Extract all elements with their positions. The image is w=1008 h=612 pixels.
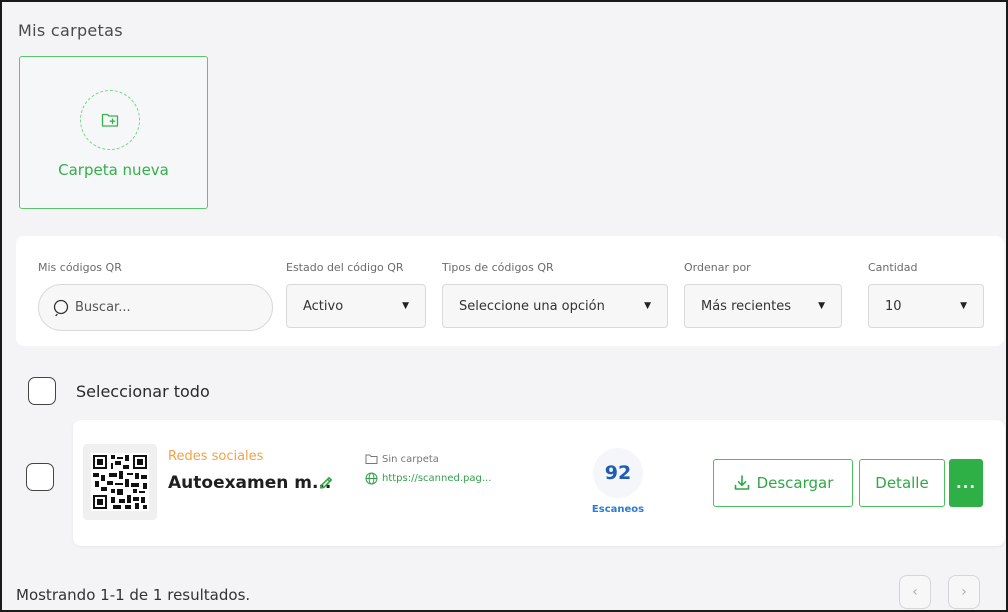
sort-select[interactable]: Más recientes ▼	[684, 284, 842, 328]
globe-icon	[365, 472, 378, 485]
caret-down-icon: ▼	[960, 301, 967, 311]
status-label: Estado del código QR	[286, 261, 404, 274]
folder-name: Sin carpeta	[382, 453, 439, 465]
quantity-label: Cantidad	[868, 261, 918, 274]
row-checkbox-wrap[interactable]	[26, 463, 54, 491]
new-folder-card[interactable]: Carpeta nueva	[19, 56, 208, 209]
pencil-icon[interactable]	[318, 475, 334, 491]
more-options-button[interactable]: ...	[949, 459, 983, 507]
qr-type-tag: Redes sociales	[168, 449, 264, 464]
next-page-button[interactable]: ›	[948, 575, 980, 609]
folder-info: Sin carpeta	[365, 453, 439, 465]
quantity-select[interactable]: 10 ▼	[868, 284, 984, 328]
caret-down-icon: ▼	[818, 301, 825, 311]
status-select[interactable]: Activo ▼	[286, 284, 426, 328]
qr-dashboard: Mis carpetas Carpeta nueva Mis códigos Q…	[0, 0, 1008, 612]
chevron-right-icon: ›	[961, 584, 967, 600]
search-icon	[53, 299, 69, 316]
results-summary: Mostrando 1-1 de 1 resultados.	[16, 586, 251, 604]
new-folder-label: Carpeta nueva	[58, 161, 169, 179]
qr-type-label: Tipos de códigos QR	[442, 261, 554, 274]
download-icon	[734, 475, 749, 490]
folder-plus-icon	[101, 113, 119, 127]
qr-code-icon	[91, 453, 149, 511]
url-link[interactable]: https://scanned.pag...	[365, 472, 491, 485]
sort-label: Ordenar por	[684, 261, 751, 274]
qr-code-card: Redes sociales Autoexamen m... Sin carpe…	[73, 420, 1005, 546]
caret-down-icon: ▼	[402, 301, 409, 311]
scan-count: 92	[593, 448, 643, 498]
select-all-label: Seleccionar todo	[76, 381, 210, 401]
scan-label: Escaneos	[591, 504, 645, 515]
caret-down-icon: ▼	[644, 301, 651, 311]
qr-name: Autoexamen m...	[168, 473, 332, 493]
new-folder-icon-ring	[80, 90, 140, 150]
qr-thumbnail[interactable]	[83, 444, 157, 520]
folder-icon	[365, 454, 378, 464]
download-button[interactable]: Descargar	[713, 459, 853, 507]
download-label: Descargar	[756, 474, 834, 492]
search-input[interactable]	[75, 300, 255, 315]
qr-type-value: Seleccione una opción	[459, 298, 605, 314]
search-box[interactable]	[38, 284, 273, 331]
my-codes-label: Mis códigos QR	[38, 261, 122, 274]
status-value: Activo	[303, 298, 344, 314]
select-all-toggle[interactable]: Seleccionar todo	[28, 377, 210, 405]
folders-title: Mis carpetas	[18, 21, 123, 40]
quantity-value: 10	[885, 298, 902, 314]
url-text: https://scanned.pag...	[382, 473, 492, 484]
select-all-checkbox[interactable]	[28, 377, 56, 405]
row-checkbox[interactable]	[26, 463, 54, 491]
sort-value: Más recientes	[701, 298, 792, 314]
filters-panel: Mis códigos QR Estado del código QR Acti…	[16, 236, 1004, 346]
prev-page-button[interactable]: ‹	[899, 575, 931, 609]
qr-type-select[interactable]: Seleccione una opción ▼	[442, 284, 668, 328]
chevron-left-icon: ‹	[912, 584, 918, 600]
detail-button[interactable]: Detalle	[859, 459, 945, 507]
